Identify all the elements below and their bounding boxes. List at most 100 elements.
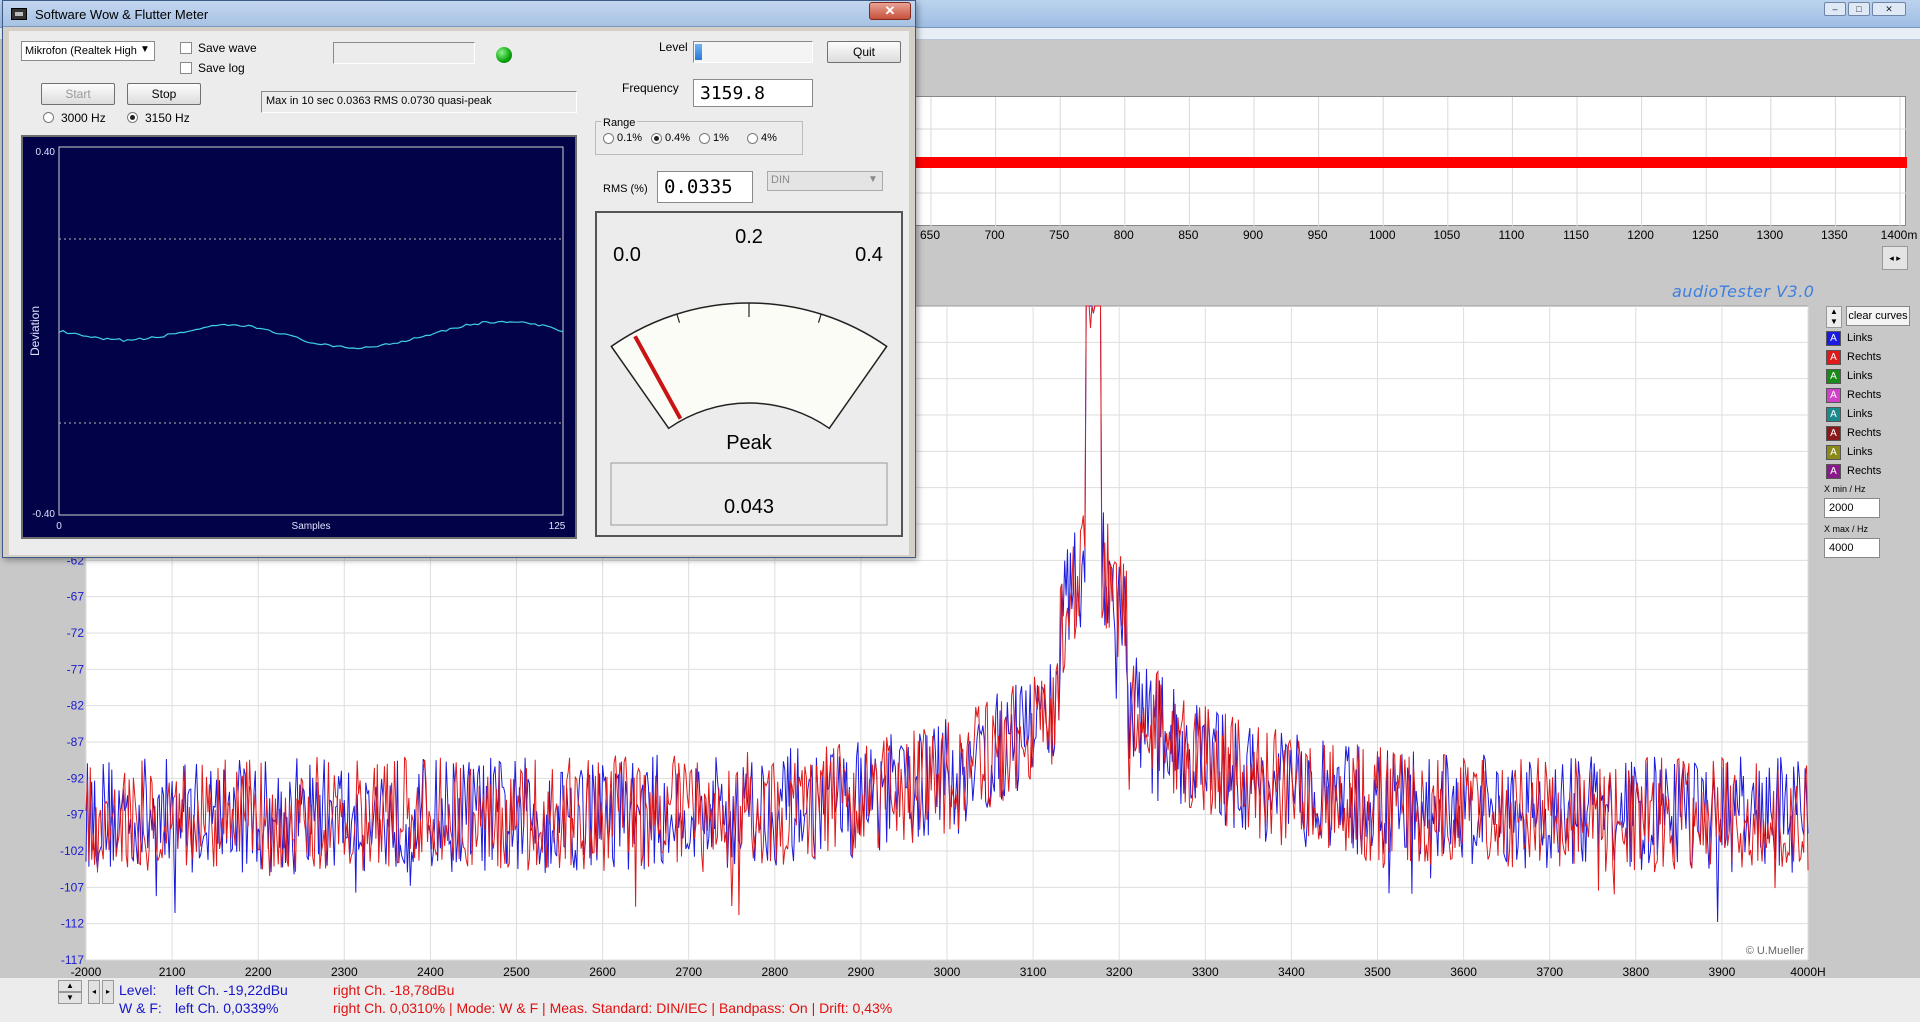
spectrum-x-tick-label: 3900	[1709, 965, 1736, 979]
deviation-plot-svg: 0.40 -0.400 125 Samples Deviation	[28, 146, 566, 532]
status-area: ▲ ▼ ◂ ▸ Level: left Ch. -19,22dBu right …	[0, 978, 1920, 1022]
spectrum-y-tick-label: -82	[67, 699, 85, 713]
legend-item[interactable]: A Rechts	[1826, 463, 1881, 479]
legend-swatch-icon[interactable]: A	[1826, 444, 1841, 460]
radio-3150hz[interactable]	[127, 112, 138, 123]
legend-swatch-icon[interactable]: A	[1826, 463, 1841, 479]
radio-3000hz[interactable]	[43, 112, 54, 123]
spectrum-x-tick-label: 2200	[245, 965, 272, 979]
spectrum-x-tick-label: 3100	[1020, 965, 1047, 979]
save-log-label: Save log	[198, 61, 245, 75]
range-radio-label: 1%	[713, 132, 729, 144]
legend-item[interactable]: A Rechts	[1826, 425, 1881, 441]
time-chart-tick-label: 800	[1113, 228, 1134, 242]
status-level-right: right Ch. -18,78dBu	[333, 982, 455, 998]
time-chart-tick-label: 850	[1178, 228, 1199, 242]
spectrum-x-tick-label: 2400	[417, 965, 444, 979]
stop-button[interactable]: Stop	[127, 83, 201, 105]
meter-scale-max: 0.4	[855, 244, 883, 266]
legend-item[interactable]: A Links	[1826, 330, 1873, 346]
frequency-display: 3159.8	[693, 79, 813, 107]
spectrum-x-tick-label: 2600	[589, 965, 616, 979]
standard-select[interactable]: DIN ▼	[767, 171, 883, 191]
range-radio[interactable]	[651, 133, 662, 144]
deviation-frame	[58, 146, 564, 516]
xmax-label: X max / Hz	[1824, 524, 1869, 534]
range-label: Range	[601, 117, 638, 129]
legend-item[interactable]: A Links	[1826, 368, 1873, 384]
meter-peak-label: Peak	[726, 432, 773, 454]
level-bar-fill	[695, 44, 702, 60]
scroll-right-button[interactable]: ▸	[102, 980, 114, 1004]
save-wave-checkbox[interactable]	[180, 42, 192, 54]
progress-box	[333, 42, 475, 64]
spectrum-x-tick-label: 3300	[1192, 965, 1219, 979]
status-spin-up[interactable]: ▲	[58, 980, 82, 992]
maximize-button[interactable]: □	[1848, 2, 1870, 16]
time-chart-tick-label: 700	[984, 228, 1005, 242]
spectrum-x-tick-label: 4000H	[1790, 965, 1825, 979]
chevron-down-icon: ▼	[140, 44, 150, 55]
time-chart	[912, 96, 1907, 227]
time-chart-tick-label: 1300	[1756, 228, 1784, 242]
time-chart-trace	[913, 157, 1907, 168]
legend-swatch-icon[interactable]: A	[1826, 330, 1841, 346]
range-radio[interactable]	[699, 133, 710, 144]
legend-spinner[interactable]: ▲ ▼	[1826, 306, 1842, 328]
xmin-field[interactable]: 2000	[1824, 498, 1880, 518]
standard-select-value: DIN	[771, 174, 790, 186]
spectrum-x-tick-label: 2700	[675, 965, 702, 979]
device-select[interactable]: Mikrofon (Realtek High ▼	[21, 41, 155, 61]
spectrum-y-tick-label: -97	[67, 808, 85, 822]
legend-swatch-icon[interactable]: A	[1826, 406, 1841, 422]
status-spin-down[interactable]: ▼	[58, 992, 82, 1004]
meter-scale-mid: 0.2	[735, 226, 763, 248]
range-radio[interactable]	[603, 133, 614, 144]
spectrum-x-tick-label: 2500	[503, 965, 530, 979]
spectrum-y-tick-label: -117	[61, 953, 84, 967]
quit-button[interactable]: Quit	[827, 41, 901, 63]
rms-value: 0.0335	[664, 176, 733, 198]
minimize-button[interactable]: –	[1824, 2, 1846, 16]
status-wf-left: left Ch. 0,0339%	[175, 1000, 279, 1016]
rms-label: RMS (%)	[603, 183, 648, 195]
analog-meter: 0.0 0.2 0.4 Peak 0.043	[595, 211, 903, 537]
legend-item[interactable]: A Links	[1826, 406, 1873, 422]
legend-item[interactable]: A Rechts	[1826, 387, 1881, 403]
dialog-title: Software Wow & Flutter Meter	[35, 7, 209, 22]
range-radio-label: 4%	[761, 132, 777, 144]
save-log-checkbox[interactable]	[180, 62, 192, 74]
status-wf-right: right Ch. 0,0310% | Mode: W & F | Meas. …	[333, 1000, 893, 1016]
legend-label: Rechts	[1847, 389, 1882, 401]
clear-curves-button[interactable]: clear curves	[1846, 306, 1910, 326]
copyright-label: © U.Mueller	[1746, 945, 1805, 957]
legend-label: Rechts	[1847, 351, 1882, 363]
legend-item[interactable]: A Rechts	[1826, 349, 1881, 365]
spectrum-x-tick-label: 3800	[1622, 965, 1649, 979]
deviation-x-axis-label: Samples	[292, 521, 331, 532]
start-button[interactable]: Start	[41, 83, 115, 105]
app-brand: audioTester V3.0	[1672, 282, 1815, 301]
legend-swatch-icon[interactable]: A	[1826, 368, 1841, 384]
frequency-label: Frequency	[622, 81, 679, 95]
deviation-trace	[58, 320, 564, 350]
time-chart-tick-label: 1050	[1433, 228, 1461, 242]
range-radio[interactable]	[747, 133, 758, 144]
scroll-left-button[interactable]: ◂	[88, 980, 100, 1004]
legend-swatch-icon[interactable]: A	[1826, 387, 1841, 403]
legend-label: Links	[1847, 332, 1873, 344]
legend-swatch-icon[interactable]: A	[1826, 349, 1841, 365]
legend-item[interactable]: A Links	[1826, 444, 1873, 460]
close-button[interactable]: ✕	[1872, 2, 1906, 16]
time-chart-tick-label: 1200	[1627, 228, 1654, 242]
xmax-field[interactable]: 4000	[1824, 538, 1880, 558]
legend-panel: ▲ ▼ clear curves A Links A Rechts A Links A Rech…	[1824, 304, 1914, 564]
time-chart-tick-label: 950	[1307, 228, 1328, 242]
dialog-close-button[interactable]: ✕	[869, 2, 911, 20]
legend-swatch-icon[interactable]: A	[1826, 425, 1841, 441]
time-chart-tick-label: 1250	[1691, 228, 1719, 242]
meter-svg: 0.0 0.2 0.4 Peak 0.043	[610, 226, 888, 526]
spectrum-x-tick-label: 3200	[1106, 965, 1133, 979]
status-level-label: Level:	[119, 982, 157, 998]
time-chart-scroll[interactable]: ◂ ▸	[1882, 246, 1908, 270]
